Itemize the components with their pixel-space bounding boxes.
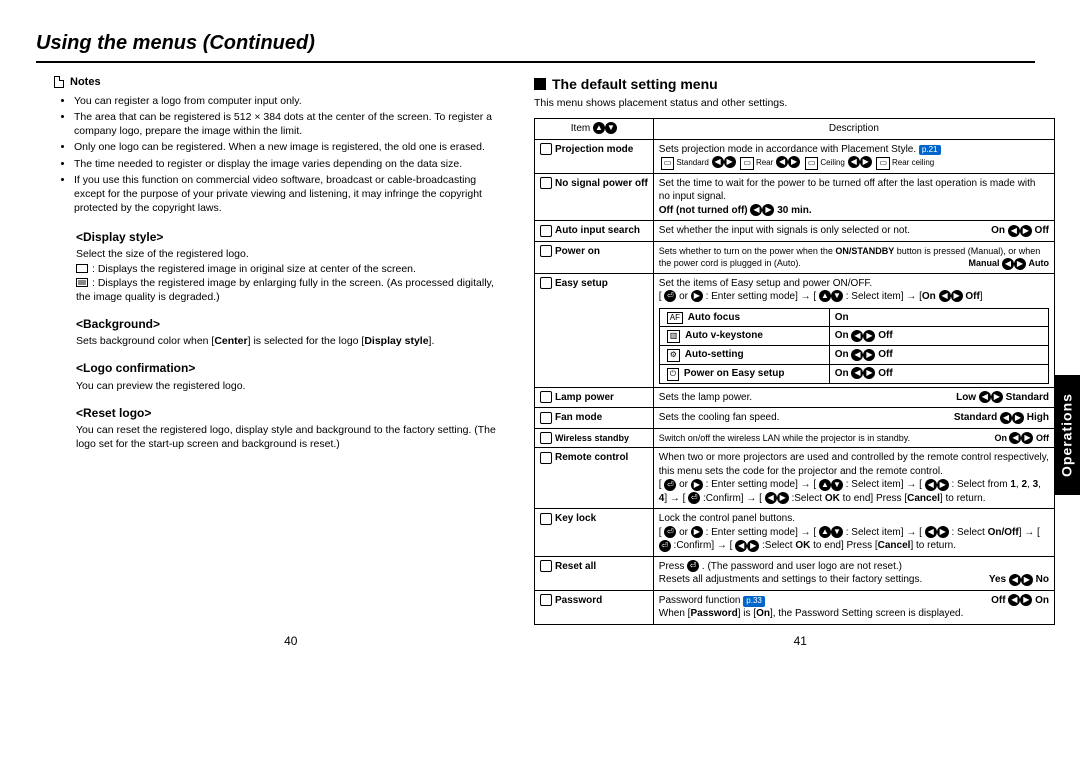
full-icon	[76, 278, 88, 287]
reset-text: You can reset the registered logo, displ…	[76, 423, 496, 451]
section-intro: This menu shows placement status and oth…	[534, 96, 1055, 110]
item-poweron: Power on	[535, 241, 654, 273]
table-row: Fan mode Sets the cooling fan speed. Sta…	[535, 408, 1055, 429]
page-title: Using the menus (Continued)	[36, 30, 1035, 63]
keylock-icon	[540, 513, 552, 525]
table-row: No signal power off Set the time to wait…	[535, 173, 1055, 221]
list-item: The area that can be registered is 512 ×…	[74, 110, 496, 138]
easysetup-icon	[540, 277, 552, 289]
list-item: Only one logo can be registered. When a …	[74, 140, 496, 154]
page-ref: p.21	[919, 145, 941, 156]
easysetup-inner-table: AF Auto focusOn ▥ Auto v-keystoneOn ◀▶ O…	[659, 308, 1049, 384]
notes-heading: Notes	[54, 75, 496, 90]
item-remote: Remote control	[535, 448, 654, 509]
display-style-heading: <Display style>	[76, 229, 496, 245]
item-autoinput: Auto input search	[535, 221, 654, 242]
item-keylock: Key lock	[535, 509, 654, 557]
logoconf-heading: <Logo confirmation>	[76, 360, 496, 376]
keystone-icon: ▥	[667, 330, 681, 343]
reset-heading: <Reset logo>	[76, 405, 496, 421]
right-page: The default setting menu This menu shows…	[534, 75, 1055, 625]
background-heading: <Background>	[76, 316, 496, 332]
center-icon	[76, 264, 88, 273]
placement-icon: ▭	[805, 157, 819, 170]
square-bullet-icon	[534, 78, 546, 90]
placement-icon: ▭	[876, 157, 890, 170]
notes-list: You can register a logo from computer in…	[74, 94, 496, 215]
search-icon	[540, 225, 552, 237]
side-tab-operations: Operations	[1054, 375, 1080, 495]
table-row: Wireless standby Switch on/off the wirel…	[535, 428, 1055, 448]
plug-icon	[540, 245, 552, 257]
item-password: Password	[535, 590, 654, 624]
item-resetall: Reset all	[535, 556, 654, 590]
poweron-easy-icon: ⏻	[667, 368, 679, 381]
item-wireless: Wireless standby	[535, 428, 654, 448]
th-desc: Description	[653, 119, 1054, 140]
display-style-text: Select the size of the registered logo. …	[76, 247, 496, 304]
table-row: Remote control When two or more projecto…	[535, 448, 1055, 509]
item-lamp: Lamp power	[535, 387, 654, 408]
table-row: Lamp power Sets the lamp power. Low ◀▶ S…	[535, 387, 1055, 408]
list-item: If you use this function on commercial v…	[74, 173, 496, 216]
background-text: Sets background color when [Center] is s…	[76, 334, 496, 348]
item-nosignal: No signal power off	[535, 173, 654, 221]
display-style-intro: Select the size of the registered logo.	[76, 247, 496, 261]
th-item: Item ▲▼	[535, 119, 654, 140]
af-icon: AF	[667, 312, 683, 325]
table-row: Power on Sets whether to turn on the pow…	[535, 241, 1055, 273]
item-projection: Projection mode	[535, 139, 654, 173]
reset-icon	[540, 560, 552, 572]
placement-icon: ▭	[740, 157, 754, 170]
down-icon: ▼	[605, 122, 617, 134]
list-item: You can register a logo from computer in…	[74, 94, 496, 108]
display-style-item: Displays the registered image in origina…	[98, 263, 416, 275]
projection-icon	[540, 143, 552, 155]
page-number-left: 40	[284, 633, 297, 649]
notes-label: Notes	[70, 75, 101, 90]
remote-icon	[540, 452, 552, 464]
section-heading: The default setting menu	[534, 75, 1055, 94]
display-style-item: Displays the registered image by enlargi…	[76, 277, 494, 303]
table-row: Password Password function p.33 Off ◀▶ O…	[535, 590, 1055, 624]
page-numbers: 40 41	[36, 633, 1055, 649]
note-icon	[54, 76, 64, 88]
table-row: Key lock Lock the control panel buttons.…	[535, 509, 1055, 557]
table-row: Easy setup Set the items of Easy setup a…	[535, 273, 1055, 387]
logoconf-text: You can preview the registered logo.	[76, 379, 496, 393]
list-item: The time needed to register or display t…	[74, 157, 496, 171]
wireless-icon	[540, 432, 552, 444]
up-icon: ▲	[593, 122, 605, 134]
fan-icon	[540, 412, 552, 424]
placement-icon: ▭	[661, 157, 675, 170]
lamp-icon	[540, 391, 552, 403]
settings-table: Item ▲▼ Description Projection mode Sets…	[534, 118, 1055, 625]
lock-icon	[540, 594, 552, 606]
autosetting-icon: ⚙	[667, 349, 680, 362]
power-icon	[540, 177, 552, 189]
left-page: Notes You can register a logo from compu…	[36, 75, 496, 625]
table-row: Auto input search Set whether the input …	[535, 221, 1055, 242]
item-easysetup: Easy setup	[535, 273, 654, 387]
page-number-right: 41	[794, 633, 807, 649]
page-ref: p.33	[743, 596, 765, 607]
table-row: Reset all Press ⏎ . (The password and us…	[535, 556, 1055, 590]
item-fan: Fan mode	[535, 408, 654, 429]
table-row: Projection mode Sets projection mode in …	[535, 139, 1055, 173]
